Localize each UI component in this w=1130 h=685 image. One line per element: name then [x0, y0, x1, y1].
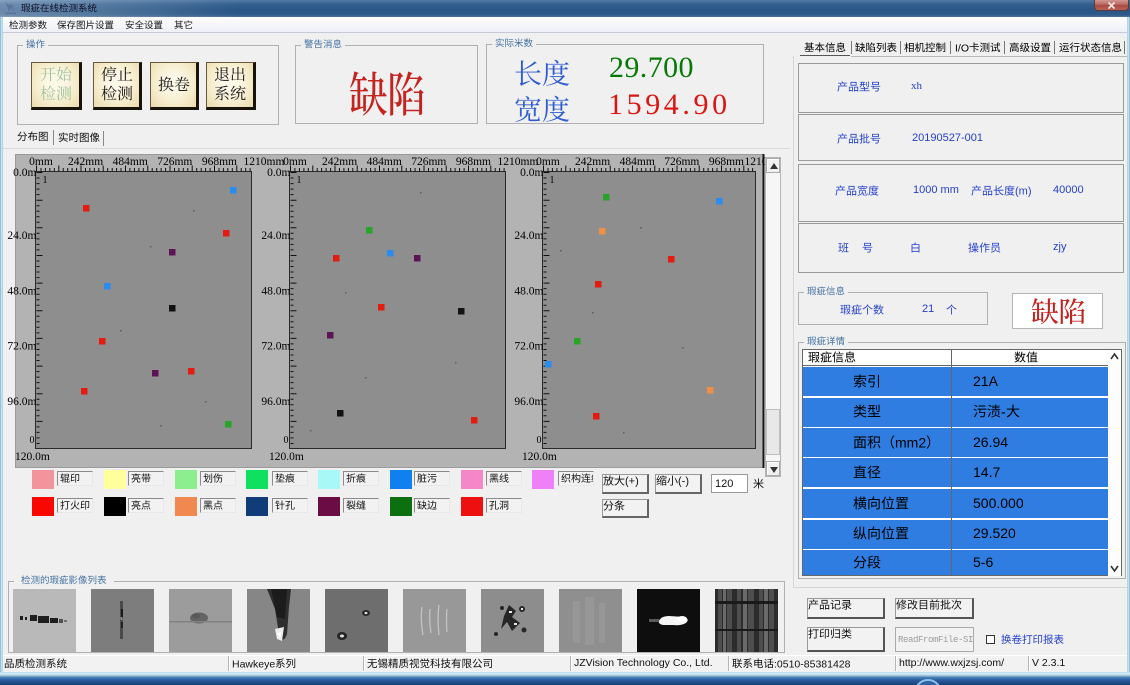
svg-text:1: 1 — [550, 175, 555, 186]
svg-text:726mm: 726mm — [157, 156, 192, 168]
svg-text:120.0m: 120.0m — [15, 451, 50, 463]
svg-text:0.0m: 0.0m — [267, 167, 290, 179]
svg-text:1: 1 — [297, 175, 302, 186]
svg-text:0: 0 — [284, 435, 289, 446]
svg-text:48.0m: 48.0m — [261, 285, 290, 297]
svg-text:968mm: 968mm — [709, 156, 744, 168]
svg-text:242mm: 242mm — [68, 156, 103, 168]
svg-text:96.0m: 96.0m — [514, 396, 543, 408]
svg-text:24.0m: 24.0m — [261, 230, 290, 242]
svg-text:968mm: 968mm — [456, 156, 491, 168]
svg-text:484mm: 484mm — [113, 156, 148, 168]
svg-text:0.0m: 0.0m — [520, 167, 543, 179]
svg-text:120.0m: 120.0m — [522, 451, 557, 463]
svg-text:726mm: 726mm — [664, 156, 699, 168]
svg-text:120.0m: 120.0m — [269, 451, 304, 463]
svg-text:72.0m: 72.0m — [514, 341, 543, 353]
svg-text:0: 0 — [30, 435, 35, 446]
svg-text:48.0m: 48.0m — [7, 285, 36, 297]
svg-text:1: 1 — [43, 175, 48, 186]
svg-text:484mm: 484mm — [367, 156, 402, 168]
svg-text:96.0m: 96.0m — [261, 396, 290, 408]
svg-text:24.0m: 24.0m — [7, 230, 36, 242]
svg-text:96.0m: 96.0m — [7, 396, 36, 408]
svg-text:72.0m: 72.0m — [7, 341, 36, 353]
svg-text:242mm: 242mm — [575, 156, 610, 168]
svg-text:48.0m: 48.0m — [514, 285, 543, 297]
svg-text:72.0m: 72.0m — [261, 341, 290, 353]
svg-text:242mm: 242mm — [322, 156, 357, 168]
svg-text:726mm: 726mm — [411, 156, 446, 168]
svg-text:968mm: 968mm — [202, 156, 237, 168]
svg-text:24.0m: 24.0m — [514, 230, 543, 242]
svg-text:484mm: 484mm — [620, 156, 655, 168]
svg-text:0: 0 — [537, 435, 542, 446]
svg-text:0.0m: 0.0m — [13, 167, 36, 179]
